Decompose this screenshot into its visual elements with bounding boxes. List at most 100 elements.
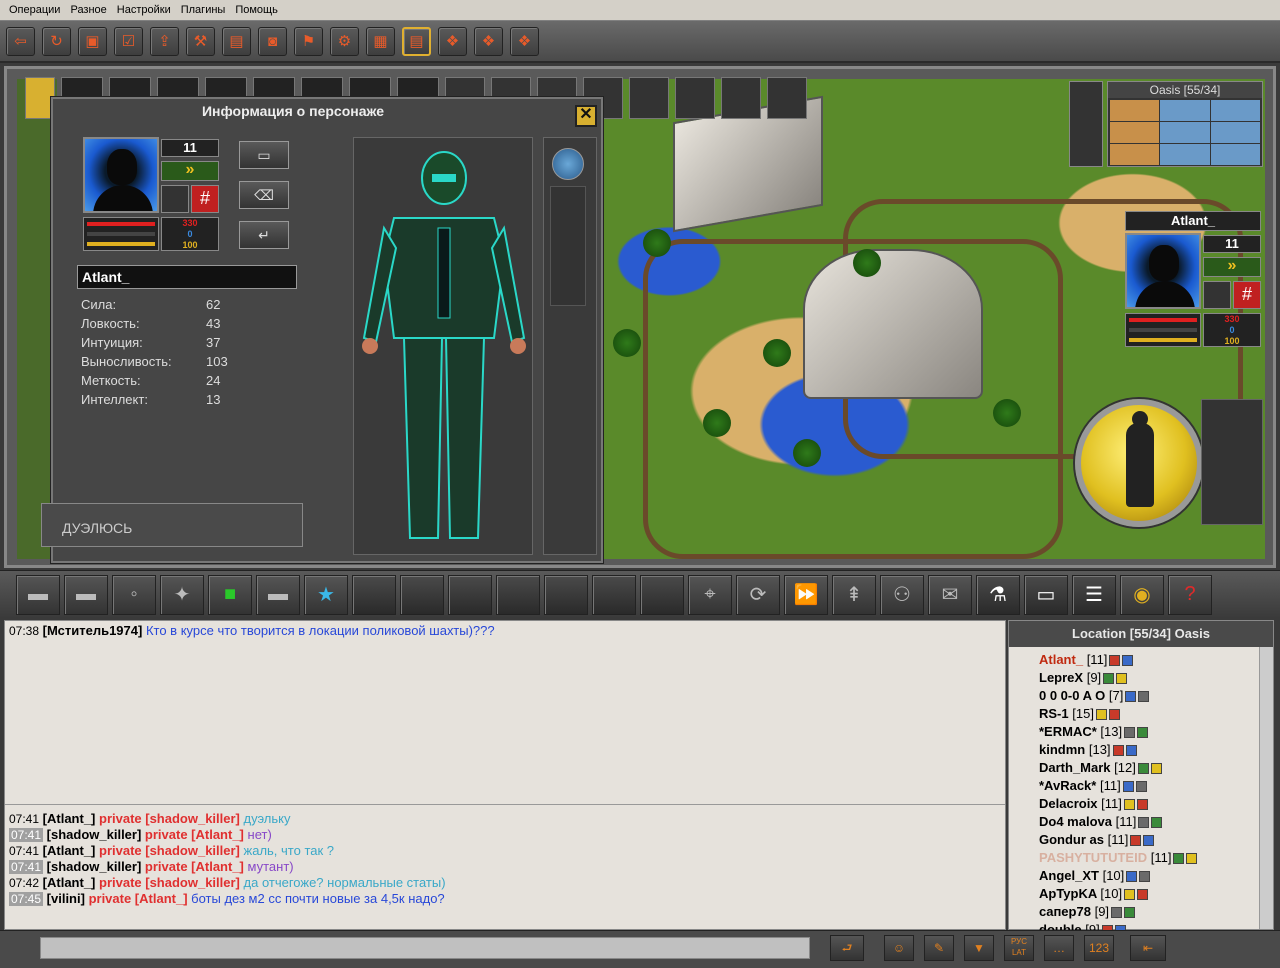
close-button[interactable]: ✕	[575, 105, 597, 127]
book-icon[interactable]: ▤	[222, 26, 251, 56]
player-name[interactable]: Do4 malova	[1039, 814, 1112, 829]
boxes-flag-icon[interactable]: ❖	[510, 26, 539, 56]
item-slot[interactable]	[675, 77, 715, 119]
message-button[interactable]: ⌫	[239, 181, 289, 209]
empty-slot[interactable]	[544, 574, 588, 615]
empty-slot[interactable]	[448, 574, 492, 615]
target-icon[interactable]: ⌖	[688, 574, 732, 615]
item-slot[interactable]	[629, 77, 669, 119]
player-entry[interactable]: *ERMAC* [13]	[1039, 723, 1273, 741]
coin-icon[interactable]: ◉	[1120, 574, 1164, 615]
player-name[interactable]: *ERMAC*	[1039, 724, 1097, 739]
upload-icon[interactable]: ⇪	[150, 26, 179, 56]
weapon-slot[interactable]: ▬	[16, 574, 60, 615]
menu-help[interactable]: Помощь	[230, 4, 283, 16]
empty-slot[interactable]	[161, 185, 189, 213]
wrench-icon[interactable]: ⚙	[330, 26, 359, 56]
menu-operations[interactable]: Операции	[4, 4, 65, 16]
dueling-status[interactable]: ДУЭЛЮСЬ	[41, 503, 303, 547]
menu-plugins[interactable]: Плагины	[176, 4, 231, 16]
player-name[interactable]: Atlant_	[1039, 652, 1083, 667]
player-entry[interactable]: ApTypKA [10]	[1039, 885, 1273, 903]
target-clan-icon[interactable]: #	[1233, 281, 1261, 309]
player-entry[interactable]: Darth_Mark [12]	[1039, 759, 1273, 777]
weapon-slot[interactable]: ▬	[256, 574, 300, 615]
clan-icon[interactable]: #	[191, 185, 219, 213]
item-slot[interactable]	[721, 77, 761, 119]
fast-forward-icon[interactable]: ⏩	[784, 574, 828, 615]
empty-slot[interactable]	[352, 574, 396, 615]
player-entry[interactable]: Delacroix [11]	[1039, 795, 1273, 813]
player-entry[interactable]: kindmn [13]	[1039, 741, 1273, 759]
checklist-icon[interactable]: ☑	[114, 26, 143, 56]
tools-icon[interactable]: ⚒	[186, 26, 215, 56]
player-name[interactable]: LepreX	[1039, 670, 1083, 685]
target-slot[interactable]	[1203, 281, 1231, 309]
folder-icon[interactable]: ▭	[1024, 574, 1068, 615]
empty-slot[interactable]	[496, 574, 540, 615]
player-name[interactable]: kindmn	[1039, 742, 1085, 757]
player-name[interactable]: 0 0 0-0 A O	[1039, 688, 1105, 703]
player-name[interactable]: caпep78	[1039, 904, 1091, 919]
ellipsis-button[interactable]: …	[1044, 935, 1074, 961]
private-chat[interactable]: 07:41 [Atlant_] private [shadow_killer] …	[5, 809, 1005, 929]
player-entry[interactable]: Gondur as [11]	[1039, 831, 1273, 849]
numbers-button[interactable]: 123	[1084, 935, 1114, 961]
player-entry[interactable]: *AvRack* [11]	[1039, 777, 1273, 795]
building-tower[interactable]	[803, 249, 983, 399]
return-button[interactable]: ↵	[239, 221, 289, 249]
equipment-slot[interactable]	[550, 186, 586, 306]
empty-slot[interactable]	[640, 574, 684, 615]
item-slot[interactable]	[767, 77, 807, 119]
star-slot[interactable]: ★	[304, 574, 348, 615]
eraser-button[interactable]: ✎	[924, 935, 954, 961]
group-icon[interactable]: ⚇	[880, 574, 924, 615]
player-name[interactable]: Angel_XT	[1039, 868, 1099, 883]
player-entry[interactable]: 0 0 0-0 A O [7]	[1039, 687, 1273, 705]
player-entry[interactable]: RS-1 [15]	[1039, 705, 1273, 723]
player-name[interactable]: ApTypKA	[1039, 886, 1097, 901]
chat-icon[interactable]: ✉	[928, 574, 972, 615]
flag-icon[interactable]: ⚑	[294, 26, 323, 56]
player-entry[interactable]: caпep78 [9]	[1039, 903, 1273, 921]
player-name[interactable]: Delacroix	[1039, 796, 1098, 811]
chat-input[interactable]	[40, 937, 810, 959]
dropdown-button[interactable]: ▼	[964, 935, 994, 961]
weapon-slot[interactable]: ▬	[64, 574, 108, 615]
player-entry[interactable]: Do4 malova [11]	[1039, 813, 1273, 831]
window-button[interactable]: ▭	[239, 141, 289, 169]
menu-settings[interactable]: Настройки	[112, 4, 176, 16]
player-entry[interactable]: Atlant_ [11]	[1039, 651, 1273, 669]
empty-slot[interactable]	[592, 574, 636, 615]
list-icon[interactable]: ☰	[1072, 574, 1116, 615]
smiley-button[interactable]: ☺	[884, 935, 914, 961]
player-entry[interactable]: LepreX [9]	[1039, 669, 1273, 687]
refresh-icon[interactable]: ↻	[42, 26, 71, 56]
scrollbar[interactable]	[1259, 647, 1273, 929]
boxes-gray-icon[interactable]: ❖	[474, 26, 503, 56]
minimap[interactable]: Oasis [55/34]	[1107, 81, 1263, 167]
player-name[interactable]: Gondur as	[1039, 832, 1104, 847]
player-entry[interactable]: Angel_XT [10]	[1039, 867, 1273, 885]
player-name[interactable]: *AvRack*	[1039, 778, 1096, 793]
exit-chat-button[interactable]: ⇤	[1130, 935, 1166, 961]
tree-icon[interactable]: ⇞	[832, 574, 876, 615]
player-name[interactable]: RS-1	[1039, 706, 1069, 721]
player-name[interactable]: PASHYTUTUTEID	[1039, 850, 1147, 865]
weapon-slot[interactable]: ◦	[112, 574, 156, 615]
cart-icon[interactable]: ▦	[366, 26, 395, 56]
help-icon[interactable]: ?	[1168, 574, 1212, 615]
bag-icon[interactable]: ◙	[258, 26, 287, 56]
exit-icon[interactable]: ⇦	[6, 26, 35, 56]
player-name[interactable]: Darth_Mark	[1039, 760, 1111, 775]
flask-icon[interactable]: ⚗	[976, 574, 1020, 615]
language-button[interactable]: РУС LAT	[1004, 935, 1034, 961]
character-button[interactable]	[1075, 399, 1203, 527]
player-slot-icon[interactable]	[552, 148, 584, 180]
menu-misc[interactable]: Разное	[65, 4, 111, 16]
boxes-red-icon[interactable]: ❖	[438, 26, 467, 56]
grenade-slot[interactable]: ■	[208, 574, 252, 615]
item-slot[interactable]: ✦	[160, 574, 204, 615]
cycle-icon[interactable]: ⟳	[736, 574, 780, 615]
chest-icon[interactable]: ▣	[78, 26, 107, 56]
